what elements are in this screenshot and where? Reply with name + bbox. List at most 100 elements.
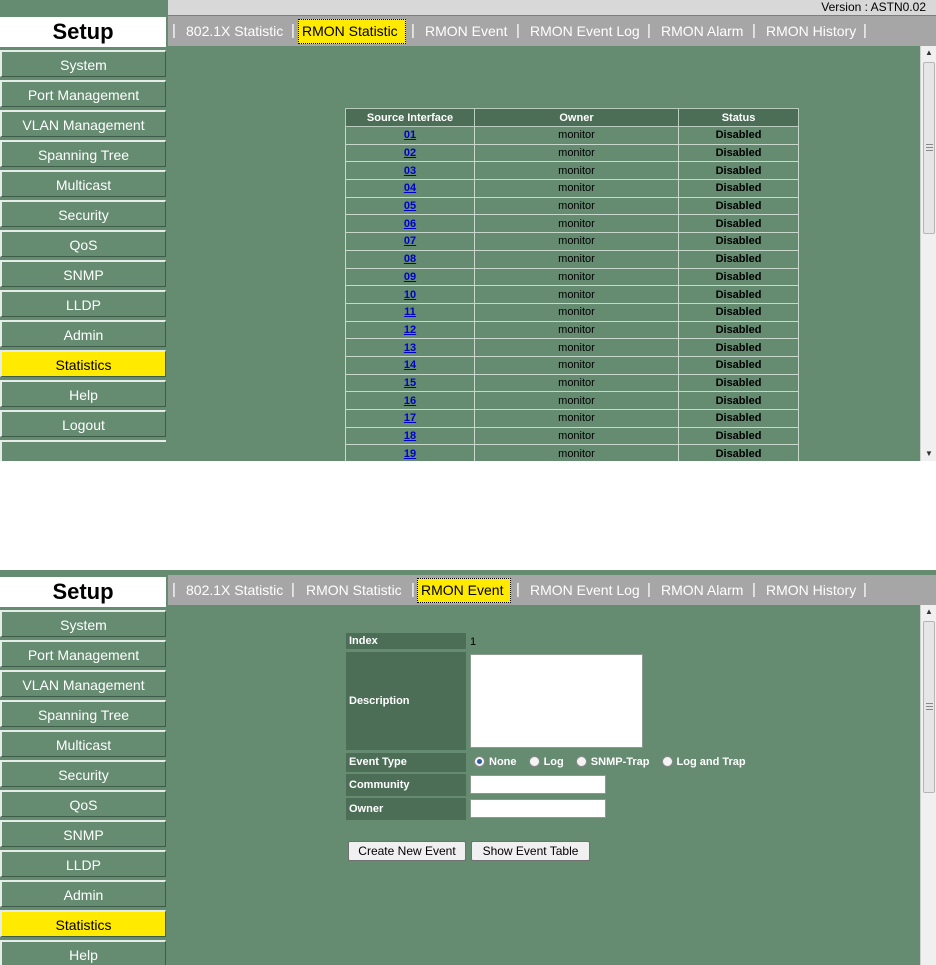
sidebar-item-multicast[interactable]: Multicast bbox=[0, 170, 166, 197]
sidebar-item-spanning-tree[interactable]: Spanning Tree bbox=[0, 700, 166, 727]
tab-rmon-alarm[interactable]: RMON Alarm bbox=[658, 19, 746, 44]
setup-title: Setup bbox=[0, 577, 166, 607]
tab-bar: | 802.1X Statistic | RMON Statistic | RM… bbox=[168, 16, 936, 46]
source-interface-link[interactable]: 07 bbox=[404, 235, 416, 247]
tab-rmon-history[interactable]: RMON History bbox=[763, 578, 859, 603]
scroll-up-arrow-icon[interactable]: ▲ bbox=[921, 605, 936, 619]
sidebar-item-vlan-management[interactable]: VLAN Management bbox=[0, 110, 166, 137]
event-type-log-radio[interactable] bbox=[528, 756, 540, 767]
scroll-thumb[interactable] bbox=[923, 621, 935, 793]
source-interface-cell: 10 bbox=[345, 285, 475, 304]
description-textarea[interactable] bbox=[470, 654, 643, 748]
community-input[interactable] bbox=[470, 775, 606, 794]
sidebar-item-snmp[interactable]: SNMP bbox=[0, 820, 166, 847]
sidebar-item-admin[interactable]: Admin bbox=[0, 880, 166, 907]
tab-8021x-statistic[interactable]: 802.1X Statistic bbox=[183, 19, 286, 44]
tab-8021x-statistic[interactable]: 802.1X Statistic bbox=[183, 578, 286, 603]
sidebar-item-lldp[interactable]: LLDP bbox=[0, 290, 166, 317]
sidebar-item-lldp[interactable]: LLDP bbox=[0, 850, 166, 877]
vertical-scrollbar[interactable]: ▲ ▼ bbox=[920, 46, 936, 461]
sidebar-item-admin[interactable]: Admin bbox=[0, 320, 166, 347]
index-value: 1 bbox=[470, 636, 477, 648]
sidebar-item-system[interactable]: System bbox=[0, 610, 166, 637]
community-label: Community bbox=[346, 774, 466, 796]
sidebar-item-port-management[interactable]: Port Management bbox=[0, 80, 166, 107]
sidebar-item-snmp[interactable]: SNMP bbox=[0, 260, 166, 287]
scroll-thumb[interactable] bbox=[923, 62, 935, 234]
status-cell: Disabled bbox=[678, 426, 799, 446]
sidebar-item-qos[interactable]: QoS bbox=[0, 230, 166, 257]
sidebar-item-security[interactable]: Security bbox=[0, 200, 166, 227]
rmon-statistic-table: Source Interface Owner Status 01 monitor D… bbox=[345, 108, 799, 461]
sidebar: Setup System Port Management VLAN Manage… bbox=[0, 577, 166, 965]
table-row: 12 monitor Disabled bbox=[345, 320, 799, 340]
sidebar-item-logout[interactable]: Logout bbox=[0, 410, 166, 437]
rmon-statistic-screen: Version : ASTN0.02 Setup System Port Man… bbox=[0, 0, 936, 461]
tab-rmon-history[interactable]: RMON History bbox=[763, 19, 859, 44]
tab-separator: | bbox=[291, 22, 295, 39]
sidebar-item-port-management[interactable]: Port Management bbox=[0, 640, 166, 667]
status-cell: Disabled bbox=[678, 285, 799, 304]
source-interface-link[interactable]: 09 bbox=[404, 271, 416, 283]
scroll-up-arrow-icon[interactable]: ▲ bbox=[921, 46, 936, 60]
source-interface-cell: 15 bbox=[345, 373, 475, 393]
sidebar-item-vlan-management[interactable]: VLAN Management bbox=[0, 670, 166, 697]
status-cell: Disabled bbox=[678, 161, 799, 181]
source-interface-link[interactable]: 17 bbox=[404, 412, 416, 424]
source-interface-link[interactable]: 04 bbox=[404, 182, 416, 194]
scroll-down-arrow-icon[interactable]: ▼ bbox=[921, 447, 936, 461]
tab-rmon-statistic[interactable]: RMON Statistic bbox=[298, 19, 406, 44]
sidebar-item-qos[interactable]: QoS bbox=[0, 790, 166, 817]
tab-rmon-alarm[interactable]: RMON Alarm bbox=[658, 578, 746, 603]
source-interface-link[interactable]: 13 bbox=[404, 342, 416, 354]
source-interface-link[interactable]: 05 bbox=[404, 200, 416, 212]
event-type-log-and-trap-radio[interactable] bbox=[661, 756, 673, 767]
owner-input[interactable] bbox=[470, 799, 606, 818]
sidebar-item-statistics[interactable]: Statistics bbox=[0, 350, 166, 377]
sidebar-menu: System Port Management VLAN Management S… bbox=[0, 50, 166, 461]
source-interface-link[interactable]: 06 bbox=[404, 218, 416, 230]
source-interface-link[interactable]: 19 bbox=[404, 448, 416, 460]
sidebar-item-statistics[interactable]: Statistics bbox=[0, 910, 166, 937]
description-label: Description bbox=[346, 652, 466, 750]
tab-bar: | 802.1X Statistic | RMON Statistic | RM… bbox=[168, 575, 936, 605]
tab-rmon-event-log[interactable]: RMON Event Log bbox=[527, 578, 643, 603]
show-event-table-button[interactable]: Show Event Table bbox=[471, 841, 590, 861]
sidebar-item-spanning-tree[interactable]: Spanning Tree bbox=[0, 140, 166, 167]
sidebar-item-help[interactable]: Help bbox=[0, 940, 166, 965]
owner-cell: monitor bbox=[474, 391, 679, 410]
source-interface-link[interactable]: 11 bbox=[404, 306, 416, 318]
tab-rmon-event[interactable]: RMON Event bbox=[417, 578, 511, 603]
status-cell: Disabled bbox=[678, 409, 799, 428]
source-interface-link[interactable]: 16 bbox=[404, 395, 416, 407]
event-type-log-label: Log bbox=[543, 756, 564, 768]
sidebar-item-system[interactable]: System bbox=[0, 50, 166, 77]
source-interface-link[interactable]: 01 bbox=[404, 129, 416, 141]
tab-rmon-event-log[interactable]: RMON Event Log bbox=[527, 19, 643, 44]
tab-rmon-statistic[interactable]: RMON Statistic bbox=[303, 578, 405, 603]
event-type-snmp-trap-label: SNMP-Trap bbox=[590, 756, 650, 768]
tab-rmon-event[interactable]: RMON Event bbox=[422, 19, 510, 44]
table-row: 09 monitor Disabled bbox=[345, 267, 799, 287]
source-interface-link[interactable]: 10 bbox=[404, 289, 416, 301]
source-interface-link[interactable]: 12 bbox=[404, 324, 416, 336]
sidebar-item-help[interactable]: Help bbox=[0, 380, 166, 407]
owner-cell: monitor bbox=[474, 285, 679, 304]
source-interface-link[interactable]: 15 bbox=[404, 377, 416, 389]
table-row: 10 monitor Disabled bbox=[345, 285, 799, 304]
source-interface-link[interactable]: 03 bbox=[404, 165, 416, 177]
source-interface-link[interactable]: 18 bbox=[404, 430, 416, 442]
source-interface-link[interactable]: 14 bbox=[404, 359, 416, 371]
tab-separator: | bbox=[291, 581, 295, 598]
event-type-none-radio[interactable] bbox=[474, 756, 485, 767]
source-interface-link[interactable]: 08 bbox=[404, 253, 416, 265]
sidebar-item-multicast[interactable]: Multicast bbox=[0, 730, 166, 757]
source-interface-link[interactable]: 02 bbox=[404, 147, 416, 159]
create-new-event-button[interactable]: Create New Event bbox=[348, 841, 466, 861]
column-header-source-interface: Source Interface bbox=[345, 108, 475, 127]
vertical-scrollbar[interactable]: ▲ bbox=[920, 605, 936, 965]
status-cell: Disabled bbox=[678, 267, 799, 287]
event-type-snmp-trap-radio[interactable] bbox=[575, 756, 587, 767]
status-cell: Disabled bbox=[678, 320, 799, 340]
sidebar-item-security[interactable]: Security bbox=[0, 760, 166, 787]
